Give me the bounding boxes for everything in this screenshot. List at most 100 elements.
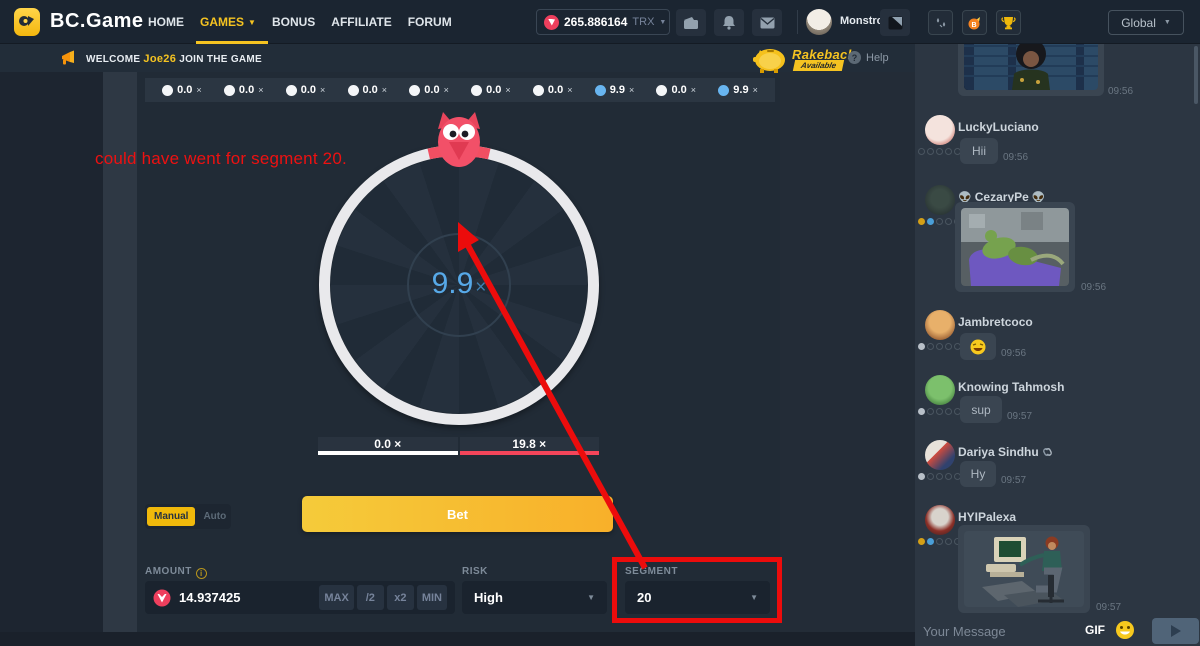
gif-image (964, 44, 1098, 90)
bc-game-logo-icon[interactable] (14, 8, 40, 36)
emoji-picker-icon[interactable] (1115, 620, 1135, 640)
chat-message-bubble[interactable]: Hy (960, 461, 996, 487)
chevron-down-icon: ▼ (248, 18, 256, 27)
user-avatar[interactable] (806, 9, 832, 35)
chat-message-bubble[interactable]: sup (960, 396, 1002, 423)
nav-home[interactable]: HOME (148, 0, 184, 44)
chat-message-bubble[interactable] (960, 333, 996, 360)
info-icon[interactable]: i (196, 568, 207, 579)
balance-selector[interactable]: 265.886164 TRX ▼ (536, 9, 670, 35)
avatar[interactable] (925, 440, 955, 470)
announcement-bar: WELCOME Joe26 JOIN THE GAME Rakeback Ava… (0, 44, 915, 72)
wallet-icon (683, 16, 699, 30)
risk-select[interactable]: High ▼ (462, 581, 607, 614)
trx-coin-icon (544, 15, 559, 30)
chat-username[interactable]: Knowing Tahmosh (958, 380, 1064, 394)
send-message-button[interactable] (1152, 618, 1199, 644)
history-item[interactable]: 0.0× (533, 84, 573, 96)
chat-gif-message[interactable] (958, 44, 1104, 96)
avatar[interactable] (925, 310, 955, 340)
chevron-down-icon: ▼ (587, 593, 595, 602)
nav-forum[interactable]: FORUM (408, 0, 452, 44)
bell-icon (722, 15, 736, 30)
chat-region-value: Global (1121, 16, 1156, 30)
wallet-button[interactable] (676, 9, 706, 36)
laughing-emoji-icon (970, 339, 986, 355)
avatar[interactable] (925, 185, 955, 215)
message-time: 09:57 (1096, 602, 1121, 613)
mail-button[interactable] (752, 9, 782, 36)
contest-button[interactable] (996, 10, 1021, 35)
history-item-win[interactable]: 9.9× (595, 84, 635, 96)
chevron-down-icon: ▼ (1164, 19, 1171, 26)
result-dot-icon (409, 85, 420, 96)
chat-message-bubble[interactable]: Hii (960, 138, 998, 164)
medal-icon (918, 408, 925, 415)
theater-mode-button[interactable] (880, 9, 910, 36)
gif-button[interactable]: GIF (1085, 623, 1105, 637)
gif-image (964, 531, 1084, 607)
nav-bonus[interactable]: BONUS (272, 0, 315, 44)
chat-username[interactable]: Jambretcoco (958, 315, 1033, 329)
chat-gif-message[interactable] (958, 525, 1090, 613)
medal-icon (945, 343, 952, 350)
currency-label: TRX (632, 16, 654, 28)
balance-value: 265.886164 (564, 15, 627, 29)
rain-feature-button[interactable] (928, 10, 953, 35)
send-arrow-icon (1171, 625, 1181, 637)
history-item[interactable]: 0.0× (162, 84, 202, 96)
annotation-rectangle (612, 557, 782, 623)
chat-region-select[interactable]: Global ▼ (1108, 10, 1184, 35)
chat-username[interactable]: LuckyLuciano (958, 120, 1039, 134)
avatar[interactable] (925, 115, 955, 145)
user-medals (918, 538, 961, 545)
manual-mode-button[interactable]: Manual (147, 507, 195, 526)
nav-affiliate[interactable]: AFFILIATE (331, 0, 391, 44)
history-item[interactable]: 0.0× (656, 84, 696, 96)
coin-drop-button[interactable]: B (962, 10, 987, 35)
chat-scrollbar[interactable] (1194, 46, 1198, 104)
header-divider (797, 10, 798, 34)
history-item[interactable]: 0.0× (286, 84, 326, 96)
help-button[interactable]: ? Help (848, 51, 889, 64)
result-dot-icon (348, 85, 359, 96)
medal-icon (918, 148, 925, 155)
history-item[interactable]: 0.0× (409, 84, 449, 96)
half-button[interactable]: /2 (357, 585, 384, 610)
amount-input[interactable]: 14.937425 MAX /2 x2 MIN (145, 581, 455, 614)
double-button[interactable]: x2 (387, 585, 414, 610)
chat-username[interactable]: HYIPalexa (958, 510, 1016, 524)
gif-image (961, 208, 1069, 286)
avatar[interactable] (925, 375, 955, 405)
notifications-button[interactable] (714, 9, 744, 36)
medal-icon (927, 148, 934, 155)
history-item[interactable]: 0.0× (471, 84, 511, 96)
result-dot-icon (656, 85, 667, 96)
chat-sidebar: 09:56 LuckyLuciano Hii 09:56 👽 CezaryPe … (915, 44, 1200, 646)
logo-text[interactable]: BC.Game (50, 10, 144, 33)
chat-gif-message[interactable] (955, 202, 1075, 292)
app-header: BC.Game HOME GAMES ▼ BONUS AFFILIATE FOR… (0, 0, 1200, 44)
history-item-win[interactable]: 9.9× (718, 84, 758, 96)
history-item[interactable]: 0.0× (224, 84, 264, 96)
medal-icon (927, 538, 934, 545)
max-button[interactable]: MAX (319, 585, 353, 610)
medal-icon (918, 473, 925, 480)
wheel-winning-segment (309, 135, 609, 435)
min-button[interactable]: MIN (417, 585, 447, 610)
medal-icon (945, 218, 952, 225)
bet-button[interactable]: Bet (302, 496, 613, 532)
question-icon: ? (848, 51, 861, 64)
chat-message-input[interactable] (923, 618, 1073, 644)
chat-username[interactable]: Dariya Sindhu (958, 445, 1054, 459)
result-option-low[interactable]: 0.0 × (318, 437, 458, 455)
history-item[interactable]: 0.0× (348, 84, 388, 96)
owl-mascot-icon (431, 110, 487, 168)
link-emoji-icon (1042, 447, 1054, 457)
piggy-bank-icon (748, 44, 790, 74)
nav-games[interactable]: GAMES ▼ (200, 0, 256, 44)
auto-mode-button[interactable]: Auto (197, 507, 232, 526)
result-option-high[interactable]: 19.8 × (460, 437, 600, 455)
result-dot-icon (533, 85, 544, 96)
avatar[interactable] (925, 505, 955, 535)
